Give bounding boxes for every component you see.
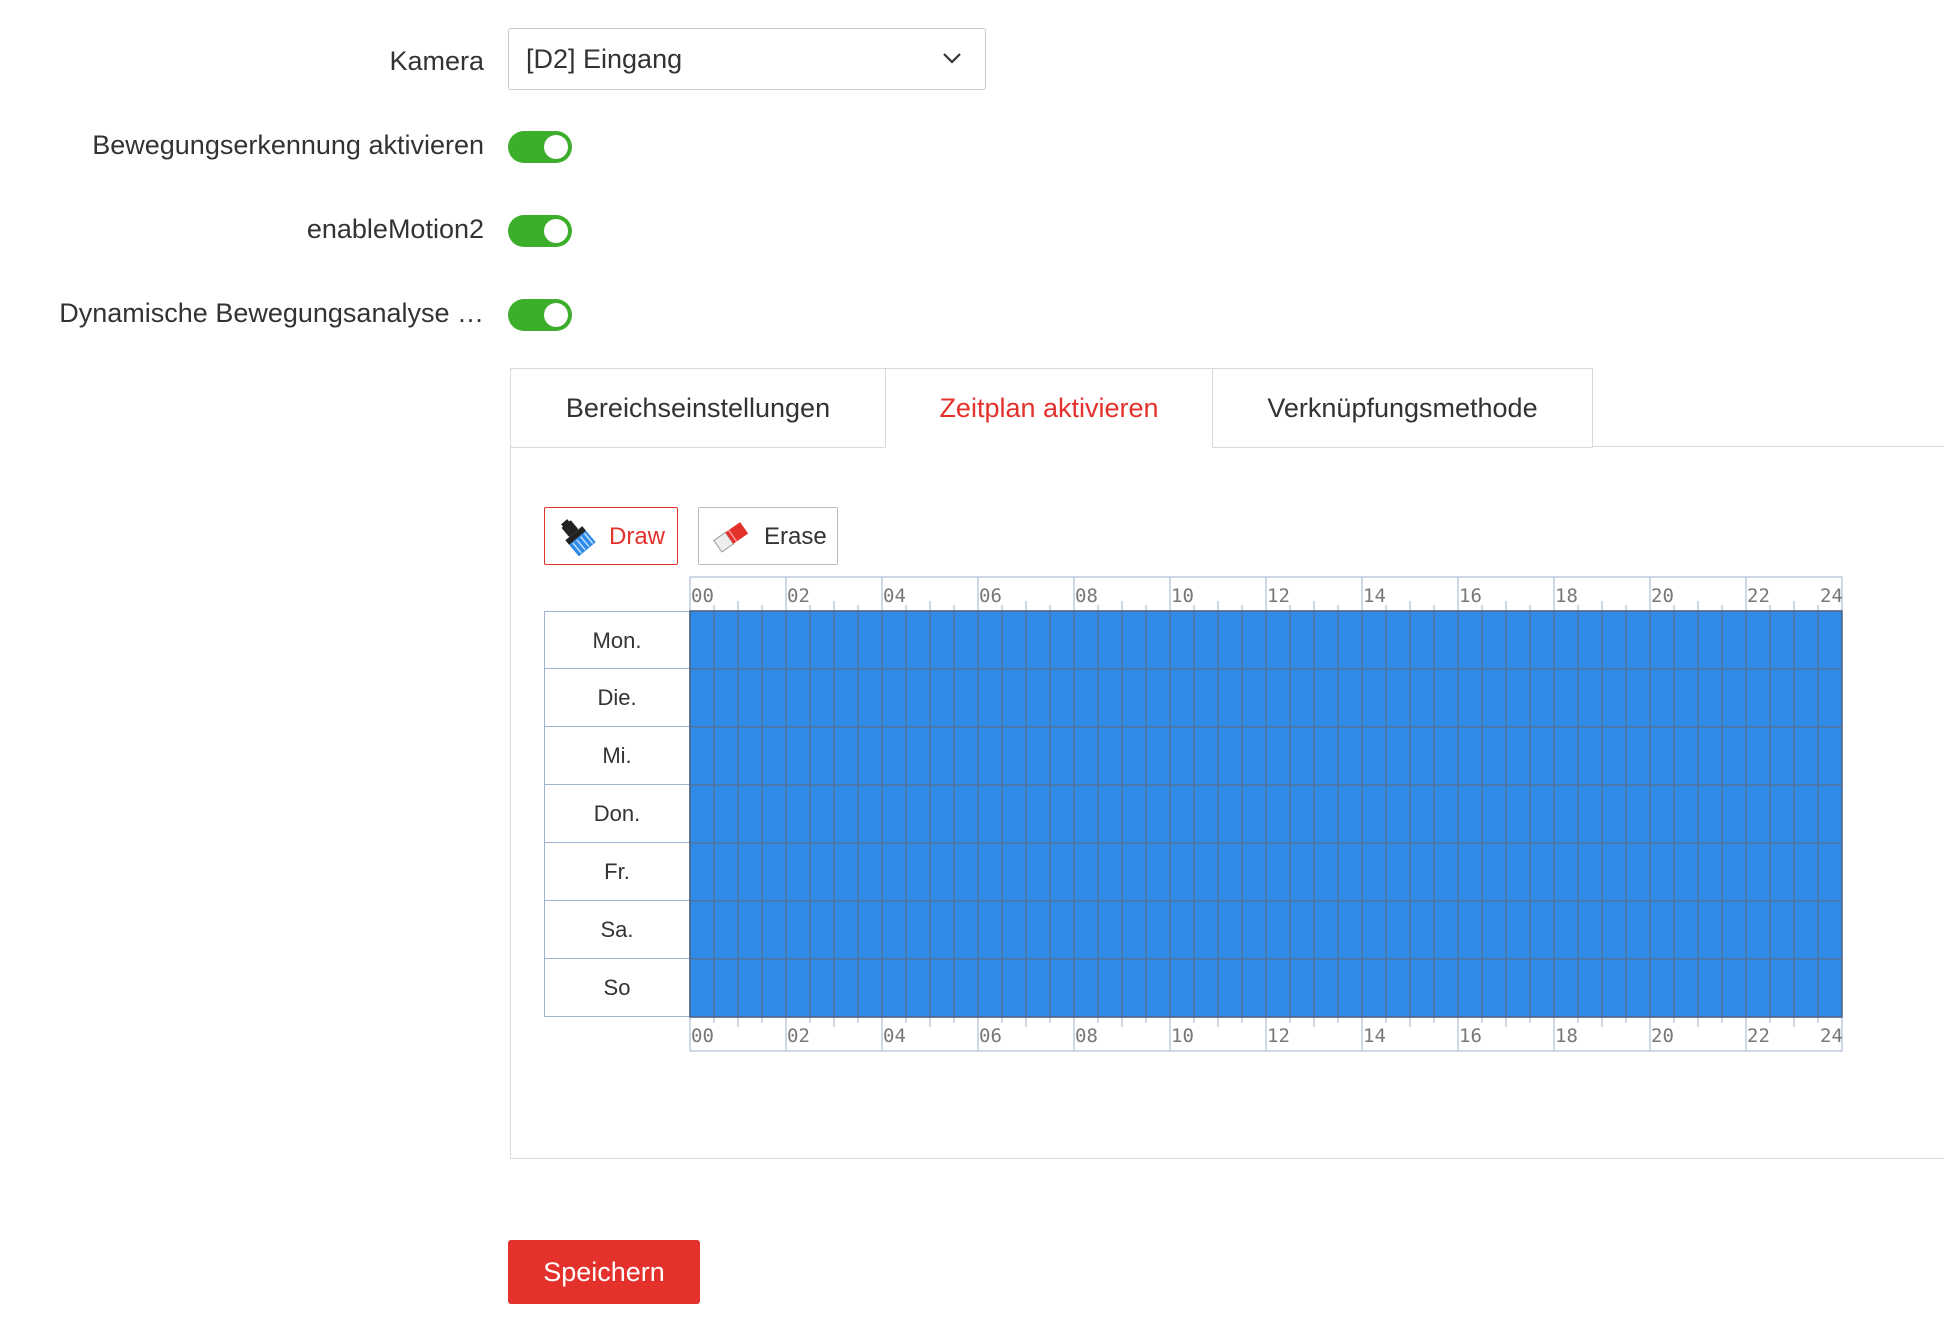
motion-detection-toggle[interactable]	[508, 131, 572, 163]
schedule-fill[interactable]	[690, 669, 1842, 727]
save-button[interactable]: Speichern	[508, 1240, 700, 1304]
dynamic-analysis-label: Dynamische Bewegungsanalyse …	[59, 298, 484, 328]
day-label-fri: Fr.	[544, 843, 690, 901]
chevron-down-icon	[943, 53, 961, 64]
schedule-fill[interactable]	[690, 611, 1842, 669]
tab-linkage-method[interactable]: Verknüpfungsmethode	[1212, 368, 1593, 448]
day-label-tue: Die.	[544, 669, 690, 727]
schedule-fill[interactable]	[690, 959, 1842, 1017]
schedule-fill[interactable]	[690, 843, 1842, 901]
tab-schedule[interactable]: Zeitplan aktivieren	[885, 368, 1213, 448]
draw-button[interactable]: Draw	[544, 507, 678, 565]
camera-select-value: [D2] Eingang	[526, 44, 683, 74]
enable-motion2-label: enableMotion2	[306, 214, 484, 244]
day-label-wed: Mi.	[544, 727, 690, 785]
motion-detection-label: Bewegungserkennung aktivieren	[92, 130, 484, 160]
schedule-fill[interactable]	[690, 727, 1842, 785]
toggle-knob	[544, 219, 568, 243]
camera-label: Kamera	[389, 46, 484, 76]
eraser-icon	[713, 522, 749, 553]
erase-button[interactable]: Erase	[698, 507, 838, 565]
day-label-mon: Mon.	[544, 611, 690, 669]
day-label-sun: So	[544, 959, 690, 1017]
day-label-sat: Sa.	[544, 901, 690, 959]
schedule-fill[interactable]	[690, 785, 1842, 843]
brush-icon	[561, 519, 596, 557]
day-label-thu: Don.	[544, 785, 690, 843]
toggle-knob	[544, 303, 568, 327]
enable-motion2-toggle[interactable]	[508, 215, 572, 247]
toggle-knob	[544, 135, 568, 159]
camera-select[interactable]: [D2] Eingang	[508, 28, 986, 90]
schedule-fill[interactable]	[690, 901, 1842, 959]
tab-area-settings[interactable]: Bereichseinstellungen	[510, 368, 886, 448]
erase-label: Erase	[764, 523, 827, 550]
dynamic-analysis-toggle[interactable]	[508, 299, 572, 331]
draw-label: Draw	[609, 523, 666, 550]
